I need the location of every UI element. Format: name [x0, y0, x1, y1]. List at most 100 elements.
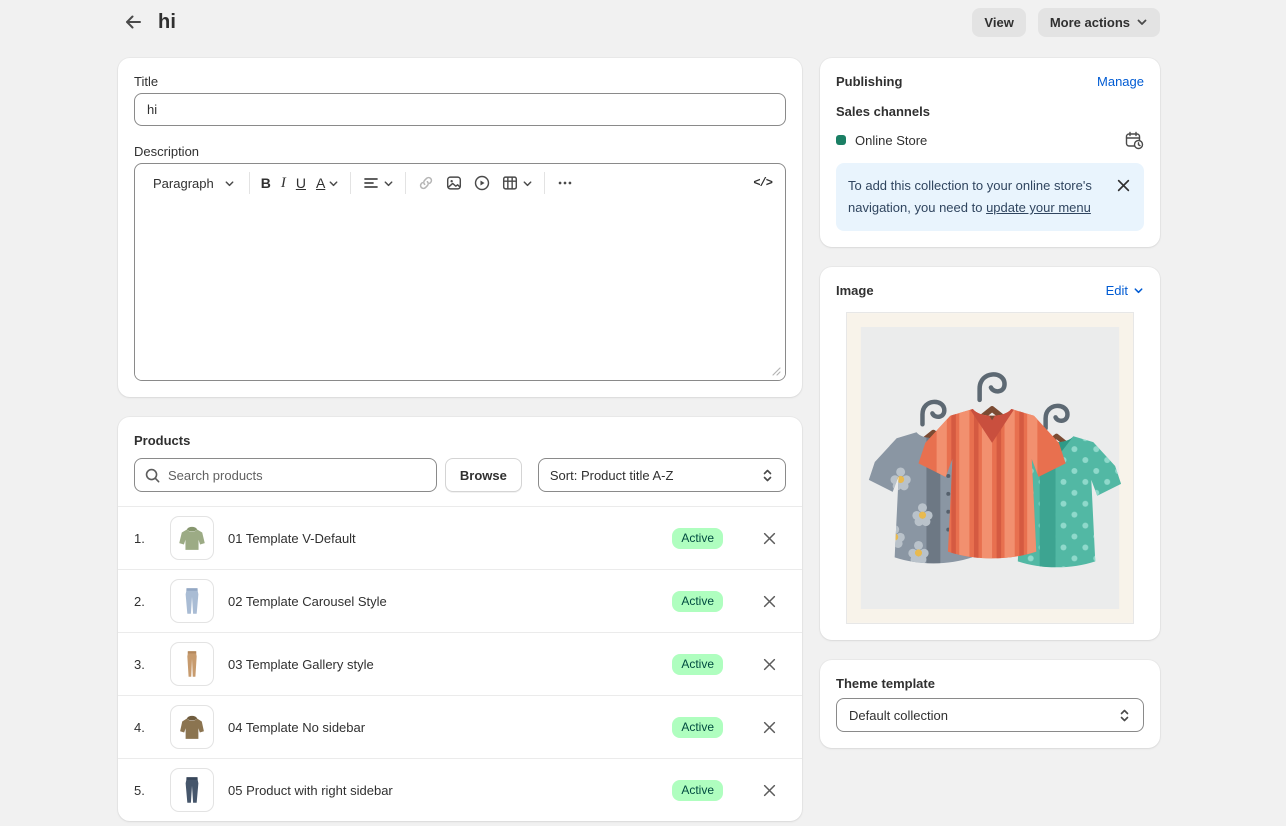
- align-left-icon: [362, 174, 380, 192]
- brown-hoodie-icon: [170, 705, 214, 749]
- close-icon: [763, 658, 776, 671]
- close-icon: [763, 784, 776, 797]
- publishing-heading: Publishing: [836, 74, 902, 89]
- update-menu-link[interactable]: update your menu: [986, 200, 1091, 215]
- image-heading: Image: [836, 283, 874, 298]
- banner-text: To add this collection to your online st…: [848, 175, 1109, 219]
- tan-pants-icon: [170, 642, 214, 686]
- product-title[interactable]: 05 Product with right sidebar: [228, 783, 672, 798]
- manage-publishing-link[interactable]: Manage: [1097, 74, 1144, 89]
- more-formatting-button[interactable]: [551, 169, 579, 197]
- product-title[interactable]: 03 Template Gallery style: [228, 657, 672, 672]
- toolbar-divider: [405, 172, 406, 194]
- updown-chevron-icon: [761, 468, 774, 483]
- remove-product-button[interactable]: [759, 654, 780, 675]
- navigation-info-banner: To add this collection to your online st…: [836, 163, 1144, 231]
- product-row: 5. 05 Product with right sidebar Active: [118, 758, 802, 821]
- products-card: Products Browse Sort: Product title A-Z: [118, 417, 802, 821]
- view-button[interactable]: View: [972, 8, 1025, 37]
- more-actions-button[interactable]: More actions: [1038, 8, 1160, 37]
- row-index: 5.: [134, 783, 158, 798]
- insert-video-button[interactable]: [468, 169, 496, 197]
- product-row: 1. 01 Template V-Default Active: [118, 506, 802, 569]
- light-jeans-icon: [170, 579, 214, 623]
- chevron-down-icon: [1136, 16, 1148, 28]
- insert-image-button[interactable]: [440, 169, 468, 197]
- sales-channels-heading: Sales channels: [836, 104, 1144, 119]
- title-label: Title: [134, 74, 786, 89]
- top-bar: hi View More actions: [0, 0, 1286, 40]
- products-heading: Products: [134, 433, 786, 448]
- italic-button[interactable]: I: [276, 170, 291, 197]
- arrow-left-icon: [122, 11, 144, 33]
- collection-image[interactable]: [846, 312, 1134, 624]
- link-icon: [417, 174, 435, 192]
- row-index: 4.: [134, 720, 158, 735]
- chevron-down-icon: [522, 178, 533, 189]
- video-play-icon: [473, 174, 491, 192]
- status-badge: Active: [672, 717, 723, 738]
- edit-image-link[interactable]: Edit: [1106, 283, 1144, 298]
- channel-active-dot: [836, 135, 846, 145]
- bold-button[interactable]: B: [256, 170, 276, 196]
- underline-button[interactable]: U: [291, 170, 311, 196]
- row-index: 1.: [134, 531, 158, 546]
- publishing-card: Publishing Manage Sales channels Online …: [820, 58, 1160, 247]
- toolbar-divider: [544, 172, 545, 194]
- link-button[interactable]: [412, 169, 440, 197]
- description-textarea[interactable]: [135, 202, 785, 380]
- resize-grip-icon[interactable]: [772, 367, 781, 376]
- title-input[interactable]: [134, 93, 786, 126]
- green-hoodie-icon: [170, 516, 214, 560]
- status-badge: Active: [672, 528, 723, 549]
- row-index: 3.: [134, 657, 158, 672]
- chevron-down-icon: [328, 178, 339, 189]
- sort-select[interactable]: Sort: Product title A-Z: [538, 458, 786, 492]
- chevron-down-icon: [383, 178, 394, 189]
- chevron-down-icon: [1133, 285, 1144, 296]
- schedule-calendar-icon[interactable]: [1124, 130, 1144, 150]
- back-button[interactable]: [118, 7, 148, 37]
- browse-button[interactable]: Browse: [445, 458, 522, 492]
- sales-channel-row: Online Store: [836, 130, 1144, 150]
- theme-template-select[interactable]: Default collection: [836, 698, 1144, 732]
- dark-jeans-icon: [170, 768, 214, 812]
- product-title[interactable]: 04 Template No sidebar: [228, 720, 672, 735]
- banner-close-button[interactable]: [1115, 177, 1132, 194]
- status-badge: Active: [672, 780, 723, 801]
- product-title[interactable]: 02 Template Carousel Style: [228, 594, 672, 609]
- products-search-row: Browse Sort: Product title A-Z: [134, 458, 786, 492]
- insert-table-button[interactable]: [496, 169, 538, 197]
- image-card: Image Edit: [820, 267, 1160, 640]
- product-title[interactable]: 01 Template V-Default: [228, 531, 672, 546]
- search-icon: [144, 467, 161, 484]
- theme-template-value: Default collection: [849, 708, 948, 723]
- product-list: 1. 01 Template V-Default Active: [118, 506, 802, 821]
- description-editor: Paragraph B I U A: [134, 163, 786, 381]
- remove-product-button[interactable]: [759, 591, 780, 612]
- remove-product-button[interactable]: [759, 528, 780, 549]
- close-icon: [763, 721, 776, 734]
- page-title: hi: [158, 11, 176, 34]
- theme-template-label: Theme template: [836, 676, 1144, 691]
- theme-template-card: Theme template Default collection: [820, 660, 1160, 748]
- code-icon: </>: [753, 176, 772, 190]
- product-search-box[interactable]: [134, 458, 437, 492]
- show-html-button[interactable]: </>: [748, 171, 777, 195]
- editor-toolbar: Paragraph B I U A: [135, 164, 785, 202]
- close-icon: [763, 532, 776, 545]
- description-label: Description: [134, 144, 786, 159]
- row-index: 2.: [134, 594, 158, 609]
- alignment-button[interactable]: [357, 169, 399, 197]
- product-search-input[interactable]: [168, 468, 427, 483]
- remove-product-button[interactable]: [759, 717, 780, 738]
- paragraph-style-dropdown[interactable]: Paragraph: [145, 171, 243, 196]
- product-row: 3. 03 Template Gallery style Active: [118, 632, 802, 695]
- product-row: 2. 02 Template Carousel Style Active: [118, 569, 802, 632]
- topbar-actions: View More actions: [972, 8, 1160, 37]
- chevron-down-icon: [224, 178, 235, 189]
- status-badge: Active: [672, 591, 723, 612]
- remove-product-button[interactable]: [759, 780, 780, 801]
- text-color-button[interactable]: A: [311, 170, 344, 196]
- table-icon: [501, 174, 519, 192]
